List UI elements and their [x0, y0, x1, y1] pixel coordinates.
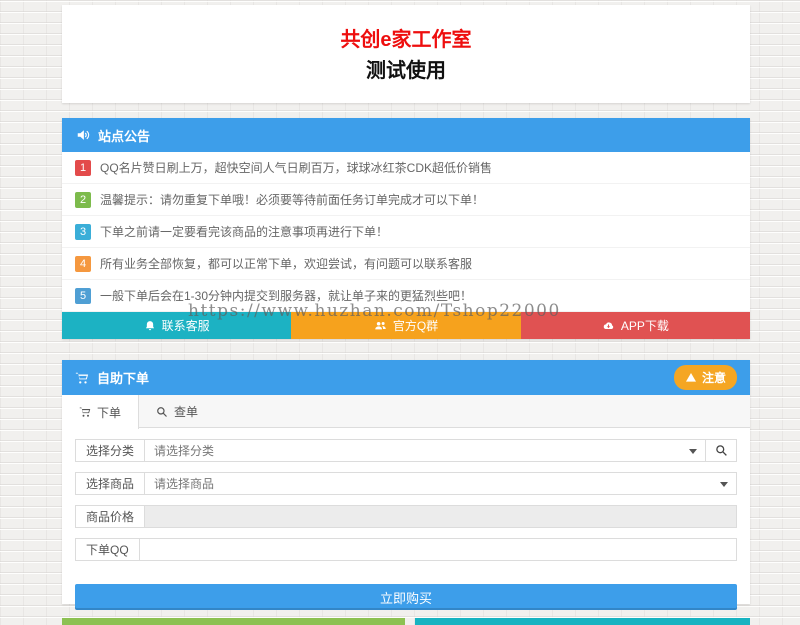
notice-number-badge: 4	[75, 256, 91, 272]
notice-text: QQ名片赞日刷上万，超快空间人气日刷百万，球球冰红茶CDK超低价销售	[100, 159, 492, 176]
product-selected-value: 请选择商品	[154, 475, 214, 492]
order-card: 自助下单 注意 下单	[62, 360, 750, 604]
bottom-panel-green	[62, 618, 405, 625]
quick-link-label: 官方Q群	[393, 317, 438, 334]
qq-input[interactable]	[140, 538, 737, 561]
bell-icon	[144, 320, 156, 332]
cart-icon	[79, 406, 91, 418]
notice-item: 4 所有业务全部恢复，都可以正常下单，欢迎尝试，有问题可以联系客服	[62, 248, 750, 280]
category-label: 选择分类	[75, 439, 145, 462]
site-subtitle: 测试使用	[62, 56, 750, 87]
warning-icon	[685, 372, 697, 383]
notice-number-badge: 2	[75, 192, 91, 208]
tab-check-order[interactable]: 查单	[139, 395, 215, 428]
announcement-header: 站点公告	[62, 118, 750, 152]
price-field	[145, 505, 737, 528]
bottom-panel-cyan	[415, 618, 750, 625]
price-label: 商品价格	[75, 505, 145, 528]
category-row: 选择分类 请选择分类	[75, 439, 737, 462]
notice-text: 一般下单后会在1-30分钟内提交到服务器，就让单子来的更猛烈些吧！	[100, 287, 472, 304]
official-qq-group-button[interactable]: 官方Q群	[291, 312, 520, 339]
search-icon	[156, 406, 168, 418]
notice-item: 5 一般下单后会在1-30分钟内提交到服务器，就让单子来的更猛烈些吧！	[62, 280, 750, 312]
site-title: 共创e家工作室	[62, 25, 750, 56]
caret-down-icon	[689, 449, 697, 454]
speaker-icon	[76, 128, 90, 142]
announcement-title: 站点公告	[98, 126, 150, 145]
quick-link-label: 联系客服	[162, 317, 210, 334]
notice-number-badge: 1	[75, 160, 91, 176]
category-select[interactable]: 请选择分类	[145, 439, 706, 462]
notice-item: 2 温馨提示：请勿重复下单哦！必须要等待前面任务订单完成才可以下单！	[62, 184, 750, 216]
notice-text: 所有业务全部恢复，都可以正常下单，欢迎尝试，有问题可以联系客服	[100, 255, 472, 272]
notice-number-badge: 5	[75, 288, 91, 304]
notice-button[interactable]: 注意	[674, 365, 737, 390]
notice-item: 1 QQ名片赞日刷上万，超快空间人气日刷百万，球球冰红茶CDK超低价销售	[62, 152, 750, 184]
order-title: 自助下单	[97, 368, 149, 387]
category-search-button[interactable]	[706, 439, 737, 462]
product-select[interactable]: 请选择商品	[145, 472, 737, 495]
qq-row: 下单QQ	[75, 538, 737, 561]
tab-label: 查单	[174, 403, 198, 420]
notice-item: 3 下单之前请一定要看完该商品的注意事项再进行下单！	[62, 216, 750, 248]
buy-now-button[interactable]: 立即购买	[75, 584, 737, 610]
quick-link-label: APP下载	[621, 317, 669, 334]
site-header-card: 共创e家工作室 测试使用	[62, 5, 750, 103]
notice-number-badge: 3	[75, 224, 91, 240]
order-form: 选择分类 请选择分类 选择商品 请选择商品	[62, 428, 750, 610]
product-row: 选择商品 请选择商品	[75, 472, 737, 495]
contact-support-button[interactable]: 联系客服	[62, 312, 291, 339]
announcement-card: 站点公告 1 QQ名片赞日刷上万，超快空间人气日刷百万，球球冰红茶CDK超低价销…	[62, 118, 750, 339]
order-header: 自助下单 注意	[62, 360, 750, 395]
tab-label: 下单	[97, 404, 121, 421]
notice-button-label: 注意	[702, 369, 726, 386]
tab-place-order[interactable]: 下单	[62, 395, 139, 429]
quick-links-bar: 联系客服 官方Q群 A	[62, 312, 750, 339]
qq-label: 下单QQ	[75, 538, 140, 561]
users-icon	[374, 320, 387, 332]
page: 共创e家工作室 测试使用 站点公告 1 QQ名片赞日刷上万，超快空间人气日刷百万…	[0, 0, 800, 625]
app-download-button[interactable]: APP下载	[521, 312, 750, 339]
product-label: 选择商品	[75, 472, 145, 495]
cloud-download-icon	[602, 320, 615, 332]
caret-down-icon	[720, 482, 728, 487]
cart-icon	[75, 371, 89, 385]
category-selected-value: 请选择分类	[154, 442, 214, 459]
order-tabbar: 下单 查单	[62, 395, 750, 428]
notice-text: 下单之前请一定要看完该商品的注意事项再进行下单！	[100, 223, 388, 240]
notice-text: 温馨提示：请勿重复下单哦！必须要等待前面任务订单完成才可以下单！	[100, 191, 484, 208]
search-icon	[715, 444, 728, 457]
price-row: 商品价格	[75, 505, 737, 528]
